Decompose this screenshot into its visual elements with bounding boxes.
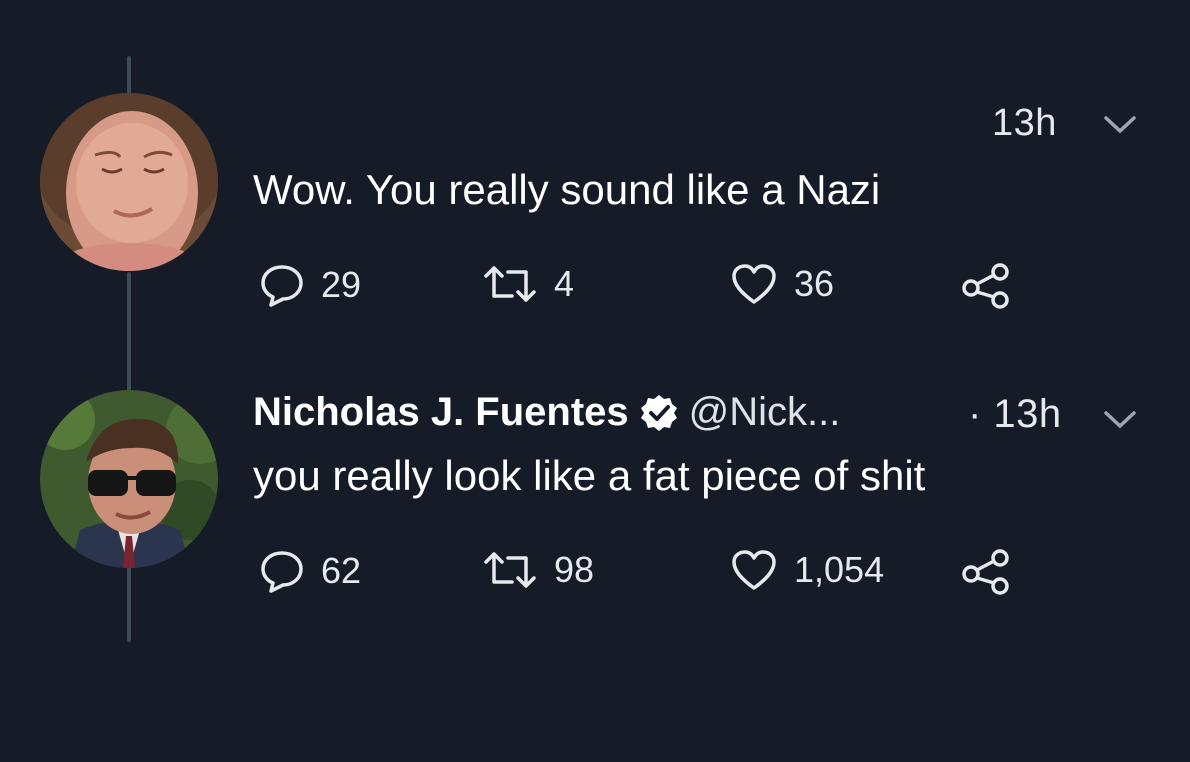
tweet-1[interactable]: 13h Wow. You really sound like a Nazi 29… (0, 0, 1190, 380)
share-button[interactable] (960, 548, 1028, 596)
retweet-icon (482, 262, 538, 306)
like-icon (730, 262, 778, 306)
like-button[interactable]: 1,054 (730, 548, 884, 592)
tweet-2[interactable]: Nicholas J. Fuentes @Nick... · 13h you r… (0, 380, 1190, 680)
reply-icon (259, 262, 305, 308)
share-icon (960, 548, 1012, 596)
reply-button[interactable]: 62 (259, 548, 361, 594)
tweet-time: 13h (992, 102, 1057, 144)
avatar[interactable] (40, 390, 218, 568)
tweet-actions: 62 98 1,054 (0, 548, 1190, 598)
tweet-actions: 29 4 36 (0, 262, 1190, 312)
chevron-down-icon[interactable] (1103, 115, 1137, 135)
avatar[interactable] (40, 93, 218, 271)
reply-count: 62 (321, 550, 362, 591)
username-handle[interactable]: @Nick... (689, 390, 841, 435)
reply-count: 29 (321, 264, 362, 305)
reply-icon (259, 548, 305, 594)
retweet-count: 98 (554, 549, 595, 590)
tweet-text: Wow. You really sound like a Nazi (253, 166, 881, 213)
verified-badge-icon (639, 393, 679, 433)
retweet-icon (482, 548, 538, 592)
tweet-time: · 13h (968, 392, 1062, 436)
share-icon (960, 262, 1012, 310)
like-icon (730, 548, 778, 592)
tweet-text: you really look like a fat piece of shit (253, 452, 926, 499)
share-button[interactable] (960, 262, 1028, 310)
reply-button[interactable]: 29 (259, 262, 361, 308)
display-name[interactable]: Nicholas J. Fuentes (253, 390, 629, 435)
like-count: 36 (794, 263, 835, 304)
like-button[interactable]: 36 (730, 262, 834, 306)
retweet-button[interactable]: 4 (482, 262, 574, 306)
like-count: 1,054 (794, 549, 885, 590)
retweet-button[interactable]: 98 (482, 548, 594, 592)
tweet-header: Nicholas J. Fuentes @Nick... (253, 390, 840, 435)
chevron-down-icon[interactable] (1103, 410, 1137, 430)
retweet-count: 4 (554, 263, 575, 304)
